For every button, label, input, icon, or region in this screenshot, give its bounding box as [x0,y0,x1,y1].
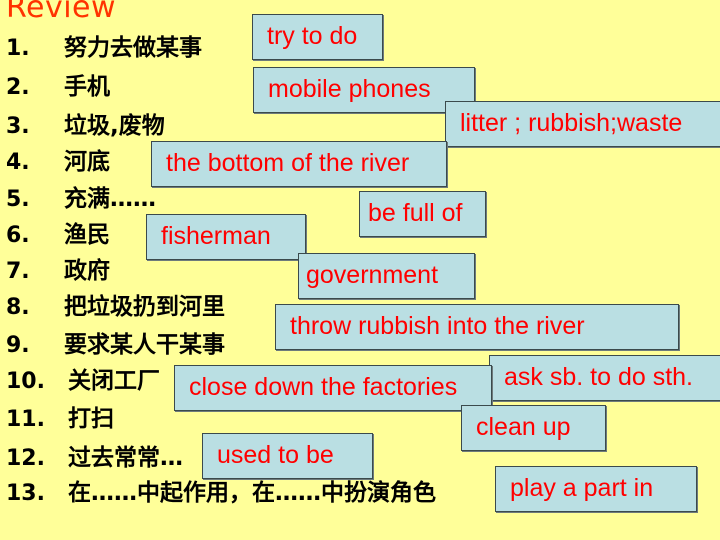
answer-box-used-to-be[interactable]: used to be [202,433,373,479]
item-number: 10. [6,369,45,394]
item-number: 5. [6,187,30,212]
item-chinese: 垃圾,废物 [64,113,165,139]
list-item: 10. 关闭工厂 [6,364,160,398]
item-chinese: 充满…… [64,186,156,212]
answer-box-close-down[interactable]: close down the factories [174,365,492,411]
list-item: 5. 充满…… [6,182,156,216]
answer-box-try-to-do[interactable]: try to do [252,14,383,60]
item-number: 3. [6,114,30,139]
list-item: 1. 努力去做某事 [6,31,202,65]
answer-box-ask-sb[interactable]: ask sb. to do sth. [489,355,720,401]
item-chinese: 努力去做某事 [64,35,202,61]
answer-box-clean-up[interactable]: clean up [461,405,606,451]
list-item: 2. 手机 [6,70,110,104]
item-number: 8. [6,295,30,320]
list-item: 13. 在……中起作用，在……中扮演角色 [6,476,436,510]
item-number: 13. [6,481,45,506]
answer-box-fisherman[interactable]: fisherman [146,214,306,260]
item-chinese: 关闭工厂 [68,368,160,394]
item-number: 6. [6,223,30,248]
answer-box-throw-rubbish[interactable]: throw rubbish into the river [275,304,679,350]
slide-title: Review [6,0,117,25]
list-item: 8. 把垃圾扔到河里 [6,290,225,324]
item-number: 2. [6,75,30,100]
item-chinese: 政府 [64,258,110,284]
answer-box-mobile-phones[interactable]: mobile phones [253,67,475,113]
item-number: 12. [6,446,45,471]
item-number: 9. [6,333,30,358]
list-item: 7. 政府 [6,254,110,288]
item-chinese: 河底 [64,149,110,175]
answer-box-play-a-part[interactable]: play a part in [495,466,697,512]
answer-box-government[interactable]: government [298,253,475,299]
item-chinese: 打扫 [68,406,114,432]
list-item: 6. 渔民 [6,218,110,252]
list-item: 9. 要求某人干某事 [6,328,225,362]
list-item: 3. 垃圾,废物 [6,109,165,143]
list-item: 4. 河底 [6,145,110,179]
item-number: 7. [6,259,30,284]
item-number: 11. [6,407,45,432]
item-chinese: 手机 [64,74,110,100]
list-item: 12. 过去常常… [6,441,183,475]
item-chinese: 把垃圾扔到河里 [64,294,225,320]
answer-box-litter[interactable]: litter ; rubbish;waste [445,101,720,147]
item-chinese: 过去常常… [68,445,183,471]
item-chinese: 在……中起作用，在……中扮演角色 [68,480,436,506]
item-chinese: 渔民 [64,222,110,248]
answer-box-be-full-of[interactable]: be full of [359,191,486,237]
item-chinese: 要求某人干某事 [64,332,225,358]
item-number: 4. [6,150,30,175]
answer-box-bottom-of-river[interactable]: the bottom of the river [151,141,447,187]
item-number: 1. [6,36,30,61]
list-item: 11. 打扫 [6,402,114,436]
